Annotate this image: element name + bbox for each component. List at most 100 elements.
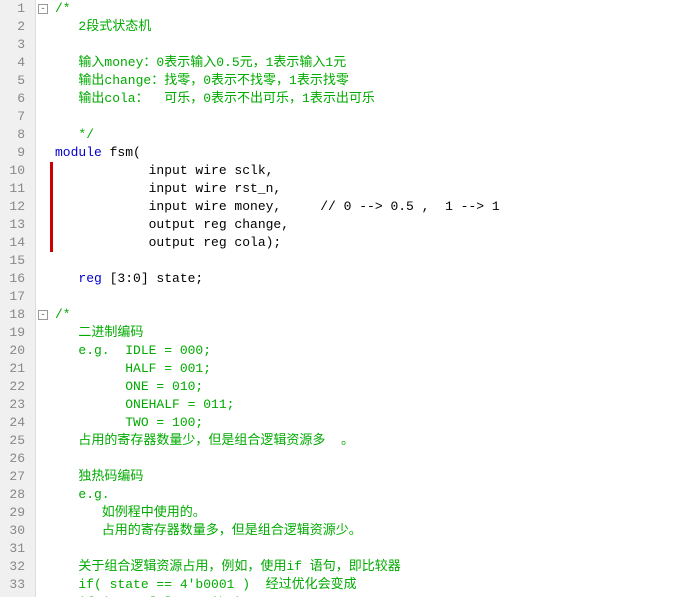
token: output reg change, <box>55 217 289 232</box>
line-number: 20 <box>6 342 29 360</box>
token: 独热码编码 <box>55 469 143 484</box>
token: ONE = 010; <box>55 379 203 394</box>
code-line: 2段式状态机 <box>36 18 700 36</box>
token: [3:0] state; <box>110 271 204 286</box>
code-line: 输出cola： 可乐，0表示不出可乐，1表示出可乐 <box>36 90 700 108</box>
line-content: e.g. <box>53 486 700 504</box>
code-line: output reg change, <box>36 216 700 234</box>
line-content: 二进制编码 <box>53 324 700 342</box>
code-line: module fsm( <box>36 144 700 162</box>
token: reg <box>55 271 110 286</box>
fold-marker[interactable]: - <box>38 4 48 14</box>
fold-gutter <box>36 270 50 288</box>
fold-gutter <box>36 450 50 468</box>
line-number: 26 <box>6 450 29 468</box>
fold-gutter <box>36 576 50 594</box>
token: */ <box>55 127 94 142</box>
token: output reg cola); <box>55 235 281 250</box>
code-line <box>36 36 700 54</box>
fold-gutter <box>36 486 50 504</box>
fold-marker[interactable]: - <box>38 310 48 320</box>
line-content: module fsm( <box>53 144 700 162</box>
code-content-area: -/* 2段式状态机 输入money：0表示输入0.5元，1表示输入1元 输出c… <box>36 0 700 597</box>
line-number: 12 <box>6 198 29 216</box>
line-number: 24 <box>6 414 29 432</box>
line-number: 18 <box>6 306 29 324</box>
code-line: 输出change：找零，0表示不找零，1表示找零 <box>36 72 700 90</box>
line-content <box>53 36 700 54</box>
code-line: ONEHALF = 011; <box>36 396 700 414</box>
code-line: TWO = 100; <box>36 414 700 432</box>
token: e.g. IDLE = 000; <box>55 343 211 358</box>
line-number: 29 <box>6 504 29 522</box>
fold-gutter <box>36 504 50 522</box>
token: TWO = 100; <box>55 415 203 430</box>
code-line: input wire money, // 0 --> 0.5 , 1 --> 1 <box>36 198 700 216</box>
line-content: 关于组合逻辑资源占用，例如，使用if 语句，即比较器 <box>53 558 700 576</box>
line-content: input wire money, // 0 --> 0.5 , 1 --> 1 <box>53 198 700 216</box>
line-number: 33 <box>6 576 29 594</box>
token: 输出cola： 可乐，0表示不出可乐，1表示出可乐 <box>55 91 375 106</box>
fold-gutter <box>36 396 50 414</box>
line-number: 23 <box>6 396 29 414</box>
line-content <box>53 252 700 270</box>
line-content: 输入money：0表示输入0.5元，1表示输入1元 <box>53 54 700 72</box>
line-number: 31 <box>6 540 29 558</box>
token: if( state == 4'b0001 ) 经过优化会变成 <box>55 577 357 592</box>
code-line: 如例程中使用的。 <box>36 504 700 522</box>
fold-gutter <box>36 432 50 450</box>
code-line: -/* <box>36 306 700 324</box>
token: 2段式状态机 <box>55 19 151 34</box>
fold-gutter <box>36 198 50 216</box>
line-number: 7 <box>6 108 29 126</box>
fold-gutter <box>36 540 50 558</box>
fold-gutter <box>36 378 50 396</box>
line-number: 8 <box>6 126 29 144</box>
code-line <box>36 450 700 468</box>
line-number: 6 <box>6 90 29 108</box>
line-content: e.g. IDLE = 000; <box>53 342 700 360</box>
line-number: 32 <box>6 558 29 576</box>
line-content: 如例程中使用的。 <box>53 504 700 522</box>
token: /* <box>55 307 71 322</box>
line-number: 11 <box>6 180 29 198</box>
token: input wire rst_n, <box>55 181 281 196</box>
line-content: input wire rst_n, <box>53 180 700 198</box>
line-content: ONE = 010; <box>53 378 700 396</box>
fold-gutter <box>36 522 50 540</box>
line-number: 21 <box>6 360 29 378</box>
line-number: 10 <box>6 162 29 180</box>
fold-gutter <box>36 72 50 90</box>
line-content: output reg cola); <box>53 234 700 252</box>
line-content: 输出cola： 可乐，0表示不出可乐，1表示出可乐 <box>53 90 700 108</box>
code-line <box>36 252 700 270</box>
line-number: 1 <box>6 0 29 18</box>
fold-gutter <box>36 234 50 252</box>
code-line: e.g. IDLE = 000; <box>36 342 700 360</box>
fold-gutter <box>36 216 50 234</box>
line-number: 16 <box>6 270 29 288</box>
line-number: 3 <box>6 36 29 54</box>
fold-gutter: - <box>36 306 50 324</box>
fold-gutter <box>36 108 50 126</box>
line-number: 27 <box>6 468 29 486</box>
fold-gutter <box>36 144 50 162</box>
code-line: 关于组合逻辑资源占用，例如，使用if 语句，即比较器 <box>36 558 700 576</box>
line-number: 13 <box>6 216 29 234</box>
fold-gutter <box>36 360 50 378</box>
line-content <box>53 540 700 558</box>
line-number: 2 <box>6 18 29 36</box>
fold-gutter <box>36 324 50 342</box>
token: e.g. <box>55 487 110 502</box>
line-numbers: 1234567891011121314151617181920212223242… <box>0 0 36 597</box>
fold-gutter <box>36 252 50 270</box>
code-line: ONE = 010; <box>36 378 700 396</box>
code-line: 占用的寄存器数量少，但是组合逻辑资源多 。 <box>36 432 700 450</box>
fold-gutter <box>36 342 50 360</box>
token: 二进制编码 <box>55 325 143 340</box>
code-line: input wire sclk, <box>36 162 700 180</box>
token: 关于组合逻辑资源占用，例如，使用if 语句，即比较器 <box>55 559 401 574</box>
token: 输入money：0表示输入0.5元，1表示输入1元 <box>55 55 346 70</box>
line-number: 17 <box>6 288 29 306</box>
code-line: 二进制编码 <box>36 324 700 342</box>
